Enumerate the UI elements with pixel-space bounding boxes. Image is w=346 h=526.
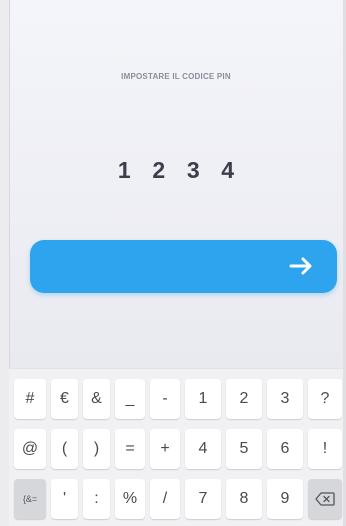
key-at[interactable]: @ (14, 429, 46, 469)
key-close-paren[interactable]: ) (83, 429, 110, 469)
key-colon[interactable]: : (83, 479, 110, 519)
key-4[interactable]: 4 (185, 429, 221, 469)
arrow-right-icon (289, 257, 312, 275)
key-9[interactable]: 9 (267, 479, 303, 519)
key-underscore[interactable]: _ (115, 379, 145, 419)
key-8[interactable]: 8 (226, 479, 262, 519)
key-percent[interactable]: % (115, 479, 145, 519)
key-backspace[interactable] (308, 479, 342, 519)
pin-setup-screen: IMPOSTARE IL CODICE PIN 1 2 3 4 # € & _ … (0, 0, 346, 526)
key-hash[interactable]: # (14, 379, 46, 419)
pin-digit-4: 4 (221, 157, 235, 183)
key-3[interactable]: 3 (267, 379, 303, 419)
key-exclamation[interactable]: ! (308, 429, 342, 469)
key-minus[interactable]: - (150, 379, 180, 419)
pin-digit-1: 1 (117, 157, 131, 183)
key-2[interactable]: 2 (226, 379, 262, 419)
keyboard: # € & _ - 1 2 3 ? @ ( ) = + 4 5 6 ! {&= … (9, 368, 343, 526)
key-ampersand[interactable]: & (83, 379, 110, 419)
key-equals[interactable]: = (115, 429, 145, 469)
key-question[interactable]: ? (308, 379, 342, 419)
pin-digit-2: 2 (152, 157, 166, 183)
key-6[interactable]: 6 (267, 429, 303, 469)
pin-digit-3: 3 (186, 157, 200, 183)
key-open-paren[interactable]: ( (51, 429, 78, 469)
key-apostrophe[interactable]: ' (51, 479, 78, 519)
key-plus[interactable]: + (150, 429, 180, 469)
next-button[interactable] (30, 240, 337, 293)
key-7[interactable]: 7 (185, 479, 221, 519)
key-1[interactable]: 1 (185, 379, 221, 419)
key-symbols-toggle[interactable]: {&= (14, 479, 46, 519)
backspace-icon (315, 492, 335, 506)
key-slash[interactable]: / (150, 479, 180, 519)
pin-display: 1 2 3 4 (9, 157, 343, 184)
key-5[interactable]: 5 (226, 429, 262, 469)
key-euro[interactable]: € (51, 379, 78, 419)
page-title: IMPOSTARE IL CODICE PIN (121, 72, 231, 81)
